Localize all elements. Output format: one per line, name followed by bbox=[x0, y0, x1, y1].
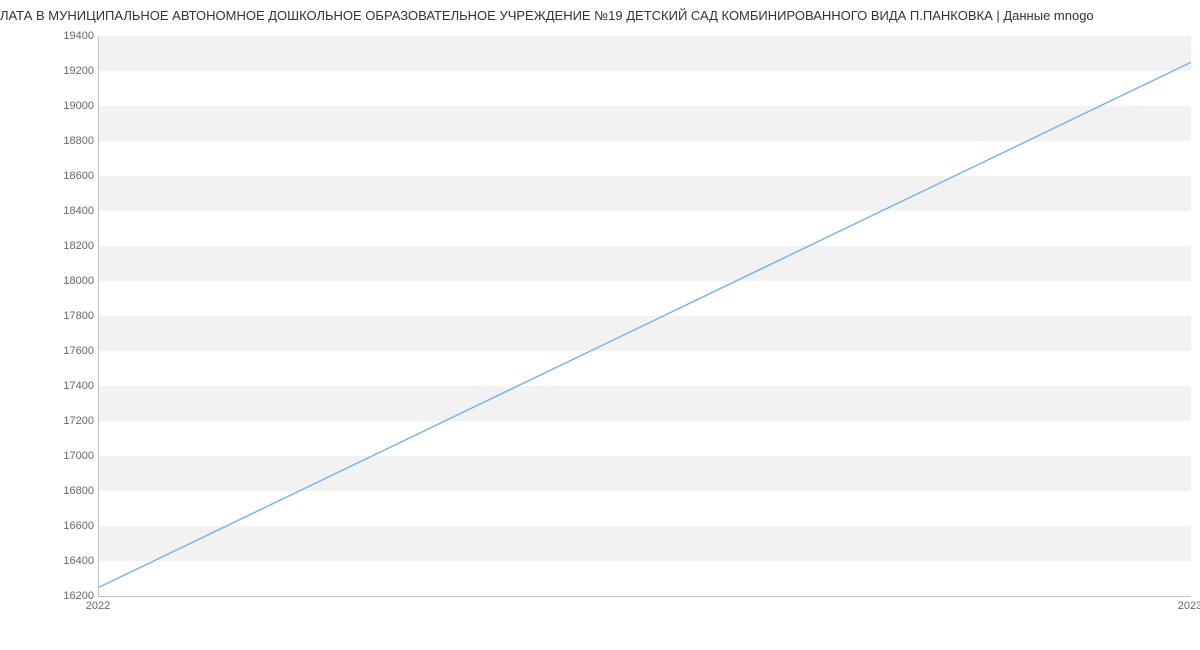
data-line bbox=[99, 62, 1191, 587]
plot-area bbox=[98, 36, 1191, 597]
y-tick-label: 16600 bbox=[4, 520, 94, 532]
x-tick-label: 2023 bbox=[1178, 600, 1200, 612]
y-tick-label: 19400 bbox=[4, 30, 94, 42]
y-tick-label: 18200 bbox=[4, 240, 94, 252]
y-tick-label: 19000 bbox=[4, 100, 94, 112]
line-series bbox=[99, 36, 1191, 596]
y-tick-label: 16200 bbox=[4, 590, 94, 602]
y-tick-label: 16400 bbox=[4, 555, 94, 567]
y-tick-label: 17600 bbox=[4, 345, 94, 357]
y-tick-label: 17400 bbox=[4, 380, 94, 392]
y-tick-label: 17200 bbox=[4, 415, 94, 427]
y-tick-label: 17000 bbox=[4, 450, 94, 462]
chart-container: ЛАТА В МУНИЦИПАЛЬНОЕ АВТОНОМНОЕ ДОШКОЛЬН… bbox=[0, 0, 1200, 650]
y-tick-label: 19200 bbox=[4, 65, 94, 77]
y-tick-label: 17800 bbox=[4, 310, 94, 322]
y-tick-label: 16800 bbox=[4, 485, 94, 497]
x-tick-label: 2022 bbox=[86, 600, 110, 612]
y-tick-label: 18600 bbox=[4, 170, 94, 182]
y-tick-label: 18400 bbox=[4, 205, 94, 217]
y-tick-label: 18000 bbox=[4, 275, 94, 287]
chart-title: ЛАТА В МУНИЦИПАЛЬНОЕ АВТОНОМНОЕ ДОШКОЛЬН… bbox=[0, 8, 1200, 23]
y-tick-label: 18800 bbox=[4, 135, 94, 147]
